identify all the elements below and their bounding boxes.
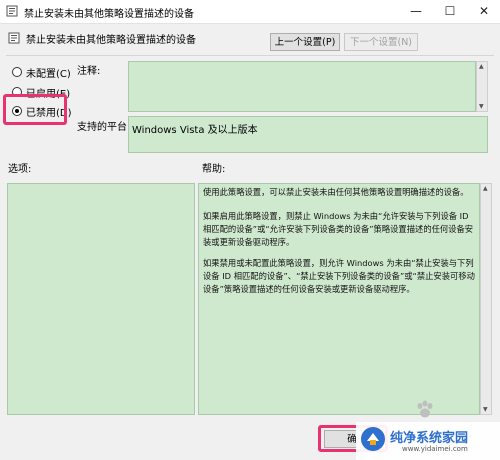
baidu-paw-icon <box>417 400 433 418</box>
options-label: 选项: <box>8 164 32 175</box>
close-button[interactable]: ✕ <box>467 0 500 23</box>
divider <box>6 55 494 56</box>
previous-setting-button[interactable]: 上一个设置(P) <box>270 33 340 51</box>
annotation-highlight-box <box>3 94 67 125</box>
comment-scrollbar[interactable]: ▲ ▼ <box>476 61 488 112</box>
help-scrollbar[interactable]: ▲ ▼ <box>480 183 492 415</box>
scroll-up-icon[interactable]: ▲ <box>479 63 484 70</box>
watermark-url: www.yidaimei.com <box>402 445 468 453</box>
options-panel <box>7 183 195 415</box>
help-label: 帮助: <box>202 164 226 175</box>
policy-title: 禁止安装未由其他策略设置描述的设备 <box>26 35 196 46</box>
platform-label: 支持的平台: <box>77 122 131 133</box>
radio-button-icon <box>12 67 22 77</box>
policy-icon <box>6 5 18 17</box>
window-title: 禁止安装未由其他策略设置描述的设备 <box>24 9 194 20</box>
help-paragraph: 如果禁用或未配置此策略设置，则允许 Windows 为未由“禁止安装与下列设备 … <box>203 258 475 294</box>
site-logo-icon <box>361 427 385 451</box>
radio-label: 未配置(C) <box>26 68 71 80</box>
scroll-down-icon[interactable]: ▼ <box>479 103 484 110</box>
scroll-up-icon[interactable]: ▲ <box>483 185 488 192</box>
policy-icon <box>8 32 20 44</box>
minimize-button[interactable]: — <box>399 0 433 23</box>
next-setting-button[interactable]: 下一个设置(N) <box>344 33 418 51</box>
scroll-down-icon[interactable]: ▼ <box>483 406 488 413</box>
help-paragraph: 使用此策略设置，可以禁止安装未由任何其他策略设置明确描述的设备。 <box>203 187 469 197</box>
comment-label: 注释: <box>77 66 101 77</box>
radio-not-configured[interactable]: 未配置(C) <box>12 64 71 80</box>
comment-textarea[interactable] <box>128 61 476 112</box>
watermark-title: 纯净系统家园 <box>390 431 469 446</box>
platform-value: Windows Vista 及以上版本 <box>132 125 258 136</box>
maximize-button[interactable]: ☐ <box>433 0 467 23</box>
help-paragraph: 如果启用此策略设置，则禁止 Windows 为未由“允许安装与下列设备 ID 相… <box>203 211 474 247</box>
